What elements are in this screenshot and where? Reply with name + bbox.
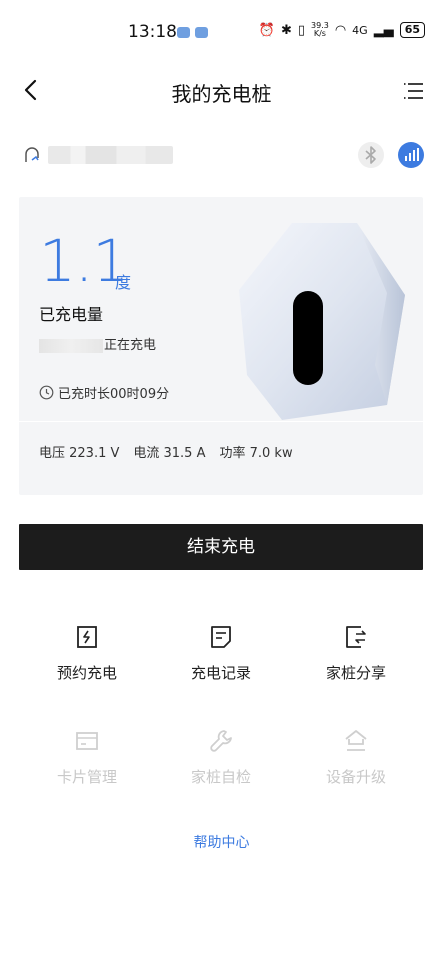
action-home-charger-share[interactable]: 家桩分享 <box>296 624 416 683</box>
network-speed: 39.3 K/s <box>311 22 329 38</box>
clock-icon <box>39 385 54 400</box>
lightning-clipboard-icon <box>77 626 97 648</box>
divider <box>19 421 423 422</box>
network-speed-unit: K/s <box>313 29 326 38</box>
charging-state-text: 正在充电 <box>104 338 157 353</box>
blurred-text <box>39 338 103 353</box>
stop-charging-button[interactable]: 结束充电 <box>19 524 423 570</box>
action-label: 家桩自检 <box>190 768 251 786</box>
record-document-icon <box>211 626 231 648</box>
alarm-icon: ⏰ <box>258 22 275 38</box>
status-bar: 13:18 ⏰ ✱ ▯ 39.3 K/s ◠ 4G ▂▄ 65 <box>0 0 443 62</box>
action-label: 预约充电 <box>56 664 117 682</box>
charging-duration: 已充时长00时09分 <box>39 383 169 402</box>
charging-state: 正在充电 <box>39 334 156 353</box>
notification-icon <box>177 27 190 38</box>
action-card-management[interactable]: 卡片管理 <box>27 728 147 787</box>
charging-status-card: 1.1 度 已充电量 正在充电 已充时长00时09分 电压 223.1 V 电流… <box>19 197 423 495</box>
page-title: 我的充电桩 <box>171 82 272 106</box>
card-icon <box>76 732 98 750</box>
wrench-icon <box>210 730 232 752</box>
action-device-upgrade[interactable]: 设备升级 <box>296 728 416 787</box>
nav-bar: 我的充电桩 <box>0 62 443 120</box>
network-type: 4G <box>352 23 368 37</box>
vibrate-icon: ▯ <box>297 22 305 38</box>
notification-icon <box>195 27 208 38</box>
energy-unit: 度 <box>115 273 132 292</box>
power-value: 功率 7.0 kw <box>219 446 293 461</box>
bluetooth-icon <box>365 146 376 164</box>
device-name[interactable]: A <box>48 146 173 164</box>
upgrade-house-icon <box>345 730 367 751</box>
action-home-charger-self-check[interactable]: 家桩自检 <box>161 728 281 787</box>
energy-label: 已充电量 <box>39 305 104 324</box>
action-charging-records[interactable]: 充电记录 <box>161 624 281 683</box>
signal-icon: ▂▄ <box>373 22 394 38</box>
action-label: 设备升级 <box>325 768 386 786</box>
action-label: 家桩分享 <box>325 664 386 682</box>
bluetooth-status-icon: ✱ <box>280 22 292 38</box>
battery-indicator: 65 <box>399 22 425 38</box>
charger-illustration <box>239 223 405 420</box>
electrical-stats: 电压 223.1 V 电流 31.5 A 功率 7.0 kw <box>39 442 293 461</box>
action-schedule-charging[interactable]: 预约充电 <box>27 624 147 683</box>
signal-bars-icon <box>405 148 419 161</box>
switch-device-icon[interactable] <box>22 144 42 166</box>
status-time: 13:18 <box>128 22 177 42</box>
wifi-icon: ◠ <box>334 22 347 38</box>
action-label: 卡片管理 <box>56 768 117 786</box>
menu-list-icon[interactable] <box>403 80 425 102</box>
voltage-value: 电压 223.1 V <box>39 446 120 461</box>
help-center-link[interactable]: 帮助中心 <box>0 832 443 852</box>
share-document-icon <box>346 626 366 648</box>
signal-button[interactable] <box>398 142 424 168</box>
duration-text: 已充时长00时09分 <box>58 387 170 402</box>
action-label: 充电记录 <box>190 664 251 682</box>
device-row: A <box>0 136 443 176</box>
bluetooth-button[interactable] <box>358 142 384 168</box>
status-indicators: ⏰ ✱ ▯ 39.3 K/s ◠ 4G ▂▄ 65 <box>259 22 425 38</box>
current-value: 电流 31.5 A <box>133 446 206 461</box>
